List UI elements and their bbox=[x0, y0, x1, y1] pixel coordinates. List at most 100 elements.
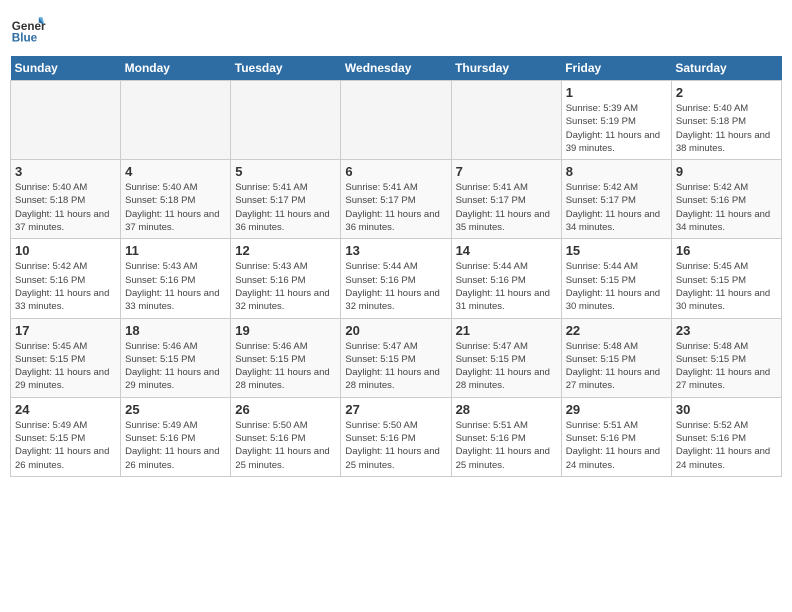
day-info: Sunrise: 5:50 AMSunset: 5:16 PMDaylight:… bbox=[345, 419, 446, 472]
calendar-cell: 7 Sunrise: 5:41 AMSunset: 5:17 PMDaylight… bbox=[451, 160, 561, 239]
day-info: Sunrise: 5:41 AMSunset: 5:17 PMDaylight:… bbox=[235, 181, 336, 234]
day-info: Sunrise: 5:48 AMSunset: 5:15 PMDaylight:… bbox=[566, 340, 667, 393]
calendar-cell: 29Sunrise: 5:51 AMSunset: 5:16 PMDayligh… bbox=[561, 397, 671, 476]
day-info: Sunrise: 5:48 AMSunset: 5:15 PMDaylight:… bbox=[676, 340, 777, 393]
calendar-cell: 15 Sunrise: 5:44 AMSunset: 5:15 PMDayligh… bbox=[561, 239, 671, 318]
svg-text:Blue: Blue bbox=[12, 32, 38, 45]
calendar-table: SundayMondayTuesdayWednesdayThursdayFrid… bbox=[10, 56, 782, 477]
day-number: 5 bbox=[235, 164, 336, 179]
calendar-cell: 23Sunrise: 5:48 AMSunset: 5:15 PMDayligh… bbox=[671, 318, 781, 397]
day-number: 10 bbox=[15, 243, 116, 258]
day-number: 11 bbox=[125, 243, 226, 258]
day-number: 26 bbox=[235, 402, 336, 417]
day-info: Sunrise: 5:39 AMSunset: 5:19 PMDaylight:… bbox=[566, 102, 667, 155]
calendar-week-5: 24 Sunrise: 5:49 AMSunset: 5:15 PMDayligh… bbox=[11, 397, 782, 476]
calendar-cell: 30 Sunrise: 5:52 AMSunset: 5:16 PMDayligh… bbox=[671, 397, 781, 476]
day-info: Sunrise: 5:46 AMSunset: 5:15 PMDaylight:… bbox=[235, 340, 336, 393]
day-number: 3 bbox=[15, 164, 116, 179]
day-info: Sunrise: 5:43 AMSunset: 5:16 PMDaylight:… bbox=[125, 260, 226, 313]
calendar-cell: 19 Sunrise: 5:46 AMSunset: 5:15 PMDayligh… bbox=[231, 318, 341, 397]
calendar-cell: 3 Sunrise: 5:40 AMSunset: 5:18 PMDaylight… bbox=[11, 160, 121, 239]
day-header-monday: Monday bbox=[121, 56, 231, 81]
calendar-cell: 13 Sunrise: 5:44 AMSunset: 5:16 PMDayligh… bbox=[341, 239, 451, 318]
calendar-header-row: SundayMondayTuesdayWednesdayThursdayFrid… bbox=[11, 56, 782, 81]
calendar-cell: 20 Sunrise: 5:47 AMSunset: 5:15 PMDayligh… bbox=[341, 318, 451, 397]
day-number: 27 bbox=[345, 402, 446, 417]
day-info: Sunrise: 5:47 AMSunset: 5:15 PMDaylight:… bbox=[345, 340, 446, 393]
day-info: Sunrise: 5:41 AMSunset: 5:17 PMDaylight:… bbox=[345, 181, 446, 234]
calendar-cell bbox=[121, 81, 231, 160]
day-info: Sunrise: 5:49 AMSunset: 5:16 PMDaylight:… bbox=[125, 419, 226, 472]
day-number: 20 bbox=[345, 323, 446, 338]
day-number: 13 bbox=[345, 243, 446, 258]
day-number: 14 bbox=[456, 243, 557, 258]
calendar-cell: 5 Sunrise: 5:41 AMSunset: 5:17 PMDaylight… bbox=[231, 160, 341, 239]
day-info: Sunrise: 5:45 AMSunset: 5:15 PMDaylight:… bbox=[15, 340, 116, 393]
logo: General Blue bbox=[10, 10, 46, 46]
day-info: Sunrise: 5:47 AMSunset: 5:15 PMDaylight:… bbox=[456, 340, 557, 393]
calendar-cell: 27 Sunrise: 5:50 AMSunset: 5:16 PMDayligh… bbox=[341, 397, 451, 476]
day-info: Sunrise: 5:42 AMSunset: 5:16 PMDaylight:… bbox=[676, 181, 777, 234]
calendar-cell: 17 Sunrise: 5:45 AMSunset: 5:15 PMDayligh… bbox=[11, 318, 121, 397]
calendar-cell: 9 Sunrise: 5:42 AMSunset: 5:16 PMDaylight… bbox=[671, 160, 781, 239]
day-number: 24 bbox=[15, 402, 116, 417]
page-header: General Blue bbox=[10, 10, 782, 46]
calendar-cell: 24 Sunrise: 5:49 AMSunset: 5:15 PMDayligh… bbox=[11, 397, 121, 476]
calendar-cell: 18Sunrise: 5:46 AMSunset: 5:15 PMDayligh… bbox=[121, 318, 231, 397]
calendar-cell: 10 Sunrise: 5:42 AMSunset: 5:16 PMDayligh… bbox=[11, 239, 121, 318]
day-info: Sunrise: 5:44 AMSunset: 5:15 PMDaylight:… bbox=[566, 260, 667, 313]
day-number: 19 bbox=[235, 323, 336, 338]
day-number: 16 bbox=[676, 243, 777, 258]
day-header-wednesday: Wednesday bbox=[341, 56, 451, 81]
day-info: Sunrise: 5:42 AMSunset: 5:16 PMDaylight:… bbox=[15, 260, 116, 313]
day-info: Sunrise: 5:46 AMSunset: 5:15 PMDaylight:… bbox=[125, 340, 226, 393]
calendar-cell: 11 Sunrise: 5:43 AMSunset: 5:16 PMDayligh… bbox=[121, 239, 231, 318]
day-info: Sunrise: 5:51 AMSunset: 5:16 PMDaylight:… bbox=[566, 419, 667, 472]
day-info: Sunrise: 5:41 AMSunset: 5:17 PMDaylight:… bbox=[456, 181, 557, 234]
calendar-cell: 2Sunrise: 5:40 AMSunset: 5:18 PMDaylight… bbox=[671, 81, 781, 160]
day-header-tuesday: Tuesday bbox=[231, 56, 341, 81]
day-header-thursday: Thursday bbox=[451, 56, 561, 81]
calendar-cell: 1 Sunrise: 5:39 AMSunset: 5:19 PMDaylight… bbox=[561, 81, 671, 160]
day-number: 1 bbox=[566, 85, 667, 100]
day-info: Sunrise: 5:40 AMSunset: 5:18 PMDaylight:… bbox=[125, 181, 226, 234]
day-header-sunday: Sunday bbox=[11, 56, 121, 81]
calendar-cell: 26Sunrise: 5:50 AMSunset: 5:16 PMDayligh… bbox=[231, 397, 341, 476]
calendar-cell bbox=[341, 81, 451, 160]
day-info: Sunrise: 5:40 AMSunset: 5:18 PMDaylight:… bbox=[15, 181, 116, 234]
day-number: 8 bbox=[566, 164, 667, 179]
day-number: 15 bbox=[566, 243, 667, 258]
day-number: 22 bbox=[566, 323, 667, 338]
day-number: 7 bbox=[456, 164, 557, 179]
day-info: Sunrise: 5:42 AMSunset: 5:17 PMDaylight:… bbox=[566, 181, 667, 234]
day-info: Sunrise: 5:44 AMSunset: 5:16 PMDaylight:… bbox=[345, 260, 446, 313]
calendar-week-4: 17 Sunrise: 5:45 AMSunset: 5:15 PMDayligh… bbox=[11, 318, 782, 397]
calendar-cell bbox=[231, 81, 341, 160]
calendar-cell: 21 Sunrise: 5:47 AMSunset: 5:15 PMDayligh… bbox=[451, 318, 561, 397]
day-info: Sunrise: 5:52 AMSunset: 5:16 PMDaylight:… bbox=[676, 419, 777, 472]
day-number: 28 bbox=[456, 402, 557, 417]
calendar-cell: 28 Sunrise: 5:51 AMSunset: 5:16 PMDayligh… bbox=[451, 397, 561, 476]
day-info: Sunrise: 5:43 AMSunset: 5:16 PMDaylight:… bbox=[235, 260, 336, 313]
calendar-cell bbox=[451, 81, 561, 160]
day-number: 17 bbox=[15, 323, 116, 338]
calendar-week-2: 3 Sunrise: 5:40 AMSunset: 5:18 PMDaylight… bbox=[11, 160, 782, 239]
day-number: 9 bbox=[676, 164, 777, 179]
day-info: Sunrise: 5:49 AMSunset: 5:15 PMDaylight:… bbox=[15, 419, 116, 472]
calendar-cell: 4Sunrise: 5:40 AMSunset: 5:18 PMDaylight… bbox=[121, 160, 231, 239]
calendar-week-3: 10 Sunrise: 5:42 AMSunset: 5:16 PMDayligh… bbox=[11, 239, 782, 318]
day-number: 6 bbox=[345, 164, 446, 179]
day-number: 21 bbox=[456, 323, 557, 338]
calendar-cell: 25 Sunrise: 5:49 AMSunset: 5:16 PMDayligh… bbox=[121, 397, 231, 476]
calendar-cell: 16Sunrise: 5:45 AMSunset: 5:15 PMDayligh… bbox=[671, 239, 781, 318]
day-number: 12 bbox=[235, 243, 336, 258]
calendar-cell: 12 Sunrise: 5:43 AMSunset: 5:16 PMDayligh… bbox=[231, 239, 341, 318]
calendar-cell: 8 Sunrise: 5:42 AMSunset: 5:17 PMDaylight… bbox=[561, 160, 671, 239]
day-number: 30 bbox=[676, 402, 777, 417]
logo-icon: General Blue bbox=[10, 10, 46, 46]
day-header-friday: Friday bbox=[561, 56, 671, 81]
calendar-week-1: 1 Sunrise: 5:39 AMSunset: 5:19 PMDaylight… bbox=[11, 81, 782, 160]
day-header-saturday: Saturday bbox=[671, 56, 781, 81]
day-info: Sunrise: 5:51 AMSunset: 5:16 PMDaylight:… bbox=[456, 419, 557, 472]
day-number: 25 bbox=[125, 402, 226, 417]
